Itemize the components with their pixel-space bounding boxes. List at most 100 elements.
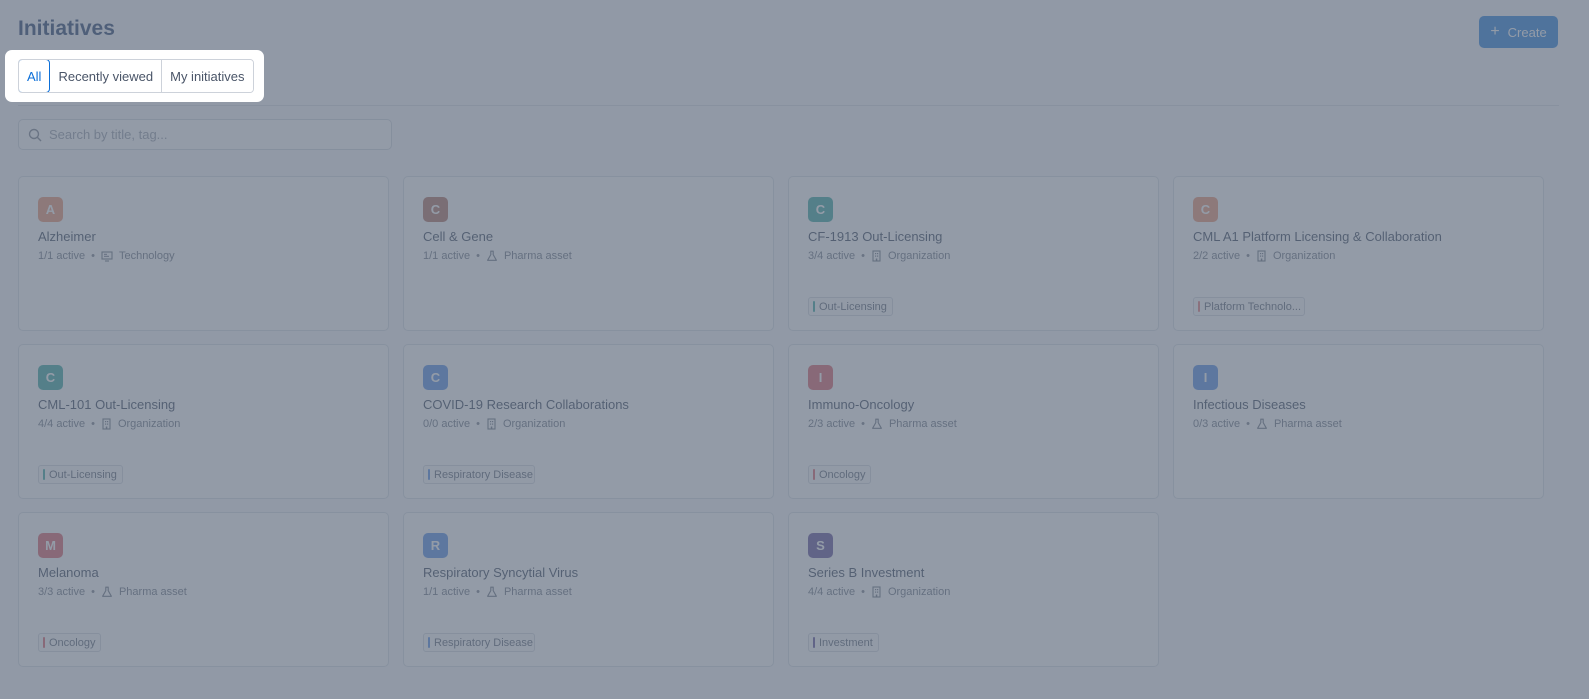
initiative-meta: 4/4 active • Organization [38,418,180,430]
initiative-title: CML A1 Platform Licensing & Collaboratio… [1193,229,1442,244]
tab-all[interactable]: All [18,60,51,92]
active-count: 3/4 active [808,250,856,262]
tab-recently-viewed[interactable]: Recently viewed [50,60,163,92]
active-count: 1/1 active [423,250,471,262]
search-icon [28,128,42,141]
initiative-meta: 2/3 active • Pharma asset [808,418,957,430]
meta-separator: • [861,418,865,430]
initiative-avatar: C [423,365,448,390]
tab-my-initiatives[interactable]: My initiatives [162,60,253,92]
initiative-tag[interactable]: Out-Licensing [808,297,893,316]
active-count: 2/3 active [808,418,856,430]
initiative-card[interactable]: R Respiratory Syncytial Virus 1/1 active • P… [403,512,774,667]
initiative-title: CML-101 Out-Licensing [38,397,176,412]
active-count: 3/3 active [38,586,86,598]
tag-color-bar [428,469,430,480]
initiative-title: Melanoma [38,565,99,580]
initiative-tag[interactable]: Oncology [808,465,872,484]
initiative-avatar: S [808,533,833,558]
initiative-title: CF-1913 Out-Licensing [808,229,943,244]
tag-color-bar [813,637,815,648]
building-icon [1256,250,1267,262]
initiative-tag[interactable]: Investment [808,633,879,652]
initiative-type: Pharma asset [1273,418,1342,430]
initiative-avatar: A [38,197,63,222]
tag-label: Respiratory Disease [434,636,534,649]
page-title: Initiatives [18,17,115,40]
initiative-title: Alzheimer [38,229,96,244]
initiative-type: Pharma asset [118,586,187,598]
initiative-avatar: C [808,197,833,222]
active-count: 0/0 active [423,418,471,430]
initiative-card[interactable]: C CML A1 Platform Licensing & Collaborati… [1173,176,1544,331]
initiative-type: Organization [117,418,181,430]
initiative-card[interactable]: C Cell & Gene 1/1 active • Pharma asset [403,176,774,331]
initiative-type: Organization [887,586,951,598]
create-button-label: Create [1507,24,1547,40]
initiative-meta: 1/1 active • Pharma asset [423,586,572,598]
view-tabs: All Recently viewed My initiatives [18,59,254,93]
meta-separator: • [91,586,95,598]
create-button[interactable]: + Create [1479,16,1558,48]
initiatives-grid: A Alzheimer 1/1 active • Technology C Cell & G… [18,176,1544,667]
tag-label: Out-Licensing [819,300,887,313]
flask-icon [486,586,498,598]
initiative-card[interactable]: C CF-1913 Out-Licensing 3/4 active • Organiz… [788,176,1159,331]
active-count: 0/3 active [1193,418,1241,430]
active-count: 4/4 active [808,586,856,598]
initiative-card[interactable]: C CML-101 Out-Licensing 4/4 active • Organiz… [18,344,389,499]
active-count: 2/2 active [1193,250,1241,262]
initiative-title: Infectious Diseases [1193,397,1306,412]
initiative-card[interactable]: I Immuno-Oncology 2/3 active • Pharma asset O… [788,344,1159,499]
initiative-meta: 3/3 active • Pharma asset [38,586,187,598]
initiative-avatar: I [1193,365,1218,390]
building-icon [871,250,882,262]
flask-icon [101,586,113,598]
flask-icon [1256,418,1268,430]
meta-separator: • [476,586,480,598]
tag-label: Out-Licensing [49,468,117,481]
initiative-meta: 1/1 active • Technology [38,250,175,262]
initiative-tag[interactable]: Oncology [38,633,102,652]
header-divider [18,105,1559,106]
initiative-card[interactable]: S Series B Investment 4/4 active • Organizat… [788,512,1159,667]
tag-label: Platform Technolo... [1204,300,1302,313]
meta-separator: • [91,250,95,262]
initiative-tag[interactable]: Respiratory Disease [423,465,535,484]
initiative-avatar: M [38,533,63,558]
initiative-title: Cell & Gene [423,229,494,244]
initiative-avatar: C [1193,197,1218,222]
building-icon [871,586,882,598]
tag-color-bar [43,469,45,480]
tabs-spotlight: All Recently viewed My initiatives [5,50,264,102]
initiatives-page: Initiatives + Create Search by title, ta… [0,0,1589,699]
tag-color-bar [428,637,430,648]
building-icon [486,418,497,430]
initiative-type: Technology [118,250,175,262]
initiative-title: Series B Investment [808,565,925,580]
initiative-avatar: I [808,365,833,390]
initiative-tag[interactable]: Respiratory Disease [423,633,535,652]
initiative-avatar: R [423,533,448,558]
initiative-title: Respiratory Syncytial Virus [423,565,579,580]
technology-icon [101,250,113,262]
meta-separator: • [1246,418,1250,430]
initiative-type: Organization [1272,250,1336,262]
initiative-title: Immuno-Oncology [808,397,915,412]
tag-label: Respiratory Disease [434,468,534,481]
flask-icon [871,418,883,430]
initiative-meta: 2/2 active • Organization [1193,250,1335,262]
search-input[interactable]: Search by title, tag... [18,119,392,150]
initiative-card[interactable]: I Infectious Diseases 0/3 active • Pharma as… [1173,344,1544,499]
initiative-type: Organization [887,250,951,262]
initiative-type: Pharma asset [503,586,572,598]
tag-label: Oncology [819,468,866,481]
initiative-card[interactable]: M Melanoma 3/3 active • Pharma asset Oncology [18,512,389,667]
initiative-tag[interactable]: Out-Licensing [38,465,123,484]
initiative-tag[interactable]: Platform Technolo... [1193,297,1305,316]
initiative-meta: 0/0 active • Organization [423,418,565,430]
initiative-title: COVID-19 Research Collaborations [423,397,629,412]
initiative-card[interactable]: C COVID-19 Research Collaborations 0/0 act… [403,344,774,499]
flask-icon [486,250,498,262]
initiative-card[interactable]: A Alzheimer 1/1 active • Technology [18,176,389,331]
